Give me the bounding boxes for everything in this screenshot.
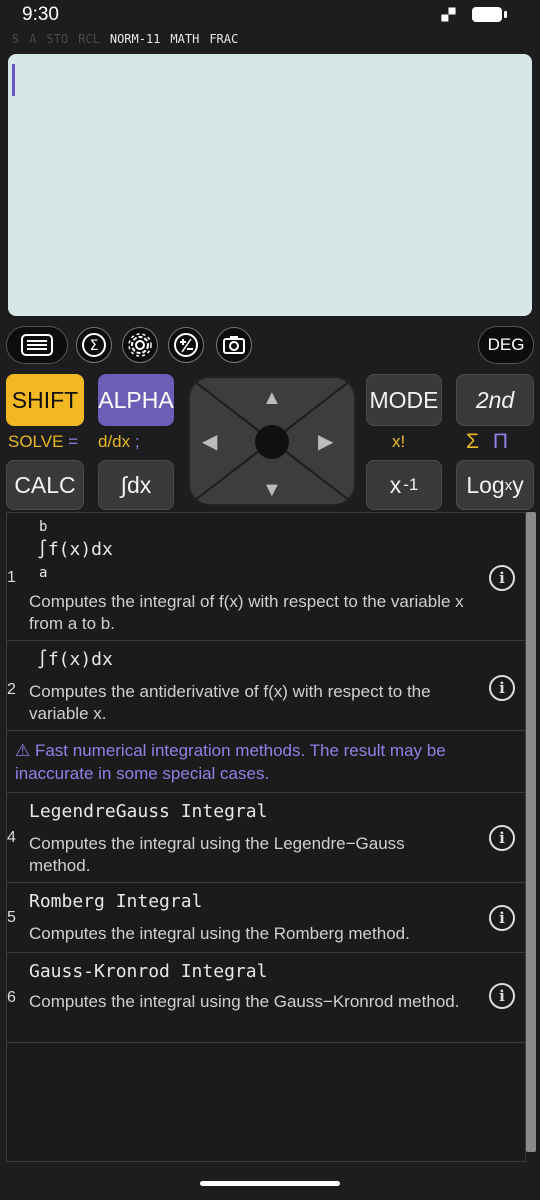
status-bar: 9:30 ◆◆	[0, 0, 540, 30]
log-base: x	[504, 476, 513, 494]
warning-row: ⚠ Fast numerical integration methods. Th…	[7, 731, 525, 793]
ddx-label: d/dx	[98, 432, 131, 451]
second-key[interactable]: 2nd	[456, 374, 534, 426]
item-description: Computes the antiderivative of f(x) with…	[29, 682, 431, 723]
arrow-left-icon[interactable]: ◀	[202, 432, 217, 452]
list-item[interactable]: b ∫f(x)dx a 1 Computes the integral of f…	[7, 513, 525, 641]
info-icon[interactable]: i	[489, 983, 515, 1009]
menu-button[interactable]	[6, 326, 68, 364]
camera-icon	[223, 336, 245, 354]
list-item[interactable]: Gauss-Kronrod Integral 6 Computes the in…	[7, 953, 525, 1043]
menu-icon	[21, 334, 53, 356]
item-title: Gauss-Kronrod Integral	[29, 961, 268, 982]
inverse-base: x	[389, 471, 402, 498]
item-description: Computes the integral using the Legendre…	[29, 834, 405, 875]
arrow-up-icon[interactable]: ▲	[262, 388, 282, 408]
direction-pad[interactable]: ▲ ▼ ◀ ▶	[188, 376, 356, 506]
function-list[interactable]: b ∫f(x)dx a 1 Computes the integral of f…	[6, 512, 526, 1162]
info-icon[interactable]: i	[489, 565, 515, 591]
item-title: LegendreGauss Integral	[29, 801, 268, 822]
item-number: 2	[7, 681, 16, 698]
indicator-frac: FRAC	[209, 32, 239, 46]
list-item[interactable]: Romberg Integral 5 Computes the integral…	[7, 883, 525, 953]
scrollbar[interactable]	[526, 512, 536, 1152]
toolbar: Σ DEG	[6, 326, 534, 364]
warning-text: ⚠ Fast numerical integration methods. Th…	[15, 741, 446, 783]
sigma-label: Σ	[466, 430, 479, 453]
item-number: 5	[7, 909, 16, 926]
item-number: 6	[7, 989, 16, 1006]
list-item[interactable]: LegendreGauss Integral 4 Computes the in…	[7, 793, 525, 883]
item-number: 4	[7, 829, 16, 846]
semicolon-label: ;	[134, 432, 140, 451]
log-main: Log	[466, 471, 505, 498]
indicator-a: A	[29, 32, 37, 46]
indicator-rcl: RCL	[78, 32, 100, 46]
indicator-math: MATH	[170, 32, 200, 46]
sigma-button[interactable]: Σ	[76, 327, 112, 363]
svg-text:Σ: Σ	[90, 338, 99, 354]
arrow-right-icon[interactable]: ▶	[318, 432, 333, 452]
text-cursor	[12, 64, 15, 96]
plus-minus-button[interactable]	[168, 327, 204, 363]
integral-formula: ∫f(x)dx	[37, 539, 113, 560]
log-arg: y	[512, 471, 524, 498]
upper-limit: b	[39, 519, 48, 535]
item-number: 1	[7, 569, 16, 586]
gear-icon	[128, 333, 152, 357]
camera-button[interactable]	[216, 327, 252, 363]
indicator-row: S A STO RCL NORM-11 MATH FRAC	[12, 32, 238, 46]
plus-minus-icon	[174, 333, 198, 357]
mode-key[interactable]: MODE	[366, 374, 442, 426]
calculator-display[interactable]	[8, 54, 532, 316]
info-icon[interactable]: i	[489, 825, 515, 851]
arrow-down-icon[interactable]: ▼	[262, 480, 282, 500]
network-icon: ◆◆	[435, 1, 461, 27]
equals-label: =	[68, 432, 79, 451]
inverse-key[interactable]: x -1	[366, 460, 442, 510]
solve-label: SOLVE	[8, 432, 64, 451]
info-icon[interactable]: i	[489, 675, 515, 701]
calc-key[interactable]: CALC	[6, 460, 84, 510]
settings-button[interactable]	[122, 327, 158, 363]
item-description: Computes the integral of f(x) with respe…	[29, 592, 464, 633]
factorial-label: x!	[392, 432, 406, 451]
indicator-s: S	[12, 32, 20, 46]
list-item[interactable]: ∫f(x)dx 2 Computes the antiderivative of…	[7, 641, 525, 731]
lower-limit: a	[39, 565, 48, 581]
integral-formula: ∫f(x)dx	[37, 649, 113, 670]
item-description: Computes the integral using the Romberg …	[29, 924, 410, 943]
battery-icon	[472, 6, 507, 22]
info-icon[interactable]: i	[489, 905, 515, 931]
alpha-key[interactable]: ALPHA	[98, 374, 174, 426]
item-description: Computes the integral using the Gauss−Kr…	[29, 992, 460, 1011]
dpad-center-button[interactable]	[255, 425, 289, 459]
item-title: Romberg Integral	[29, 891, 203, 912]
log-key[interactable]: Log x y	[456, 460, 534, 510]
indicator-norm: NORM-11	[109, 32, 161, 46]
shift-key[interactable]: SHIFT	[6, 374, 84, 426]
angle-mode-button[interactable]: DEG	[478, 326, 534, 364]
integral-key[interactable]: ∫dx	[98, 460, 174, 510]
sigma-icon: Σ	[82, 333, 106, 357]
product-label: Π	[492, 430, 508, 453]
status-time: 9:30	[22, 4, 59, 25]
inverse-exponent: -1	[403, 475, 419, 494]
indicator-sto: STO	[46, 32, 69, 46]
home-indicator[interactable]	[200, 1181, 340, 1186]
